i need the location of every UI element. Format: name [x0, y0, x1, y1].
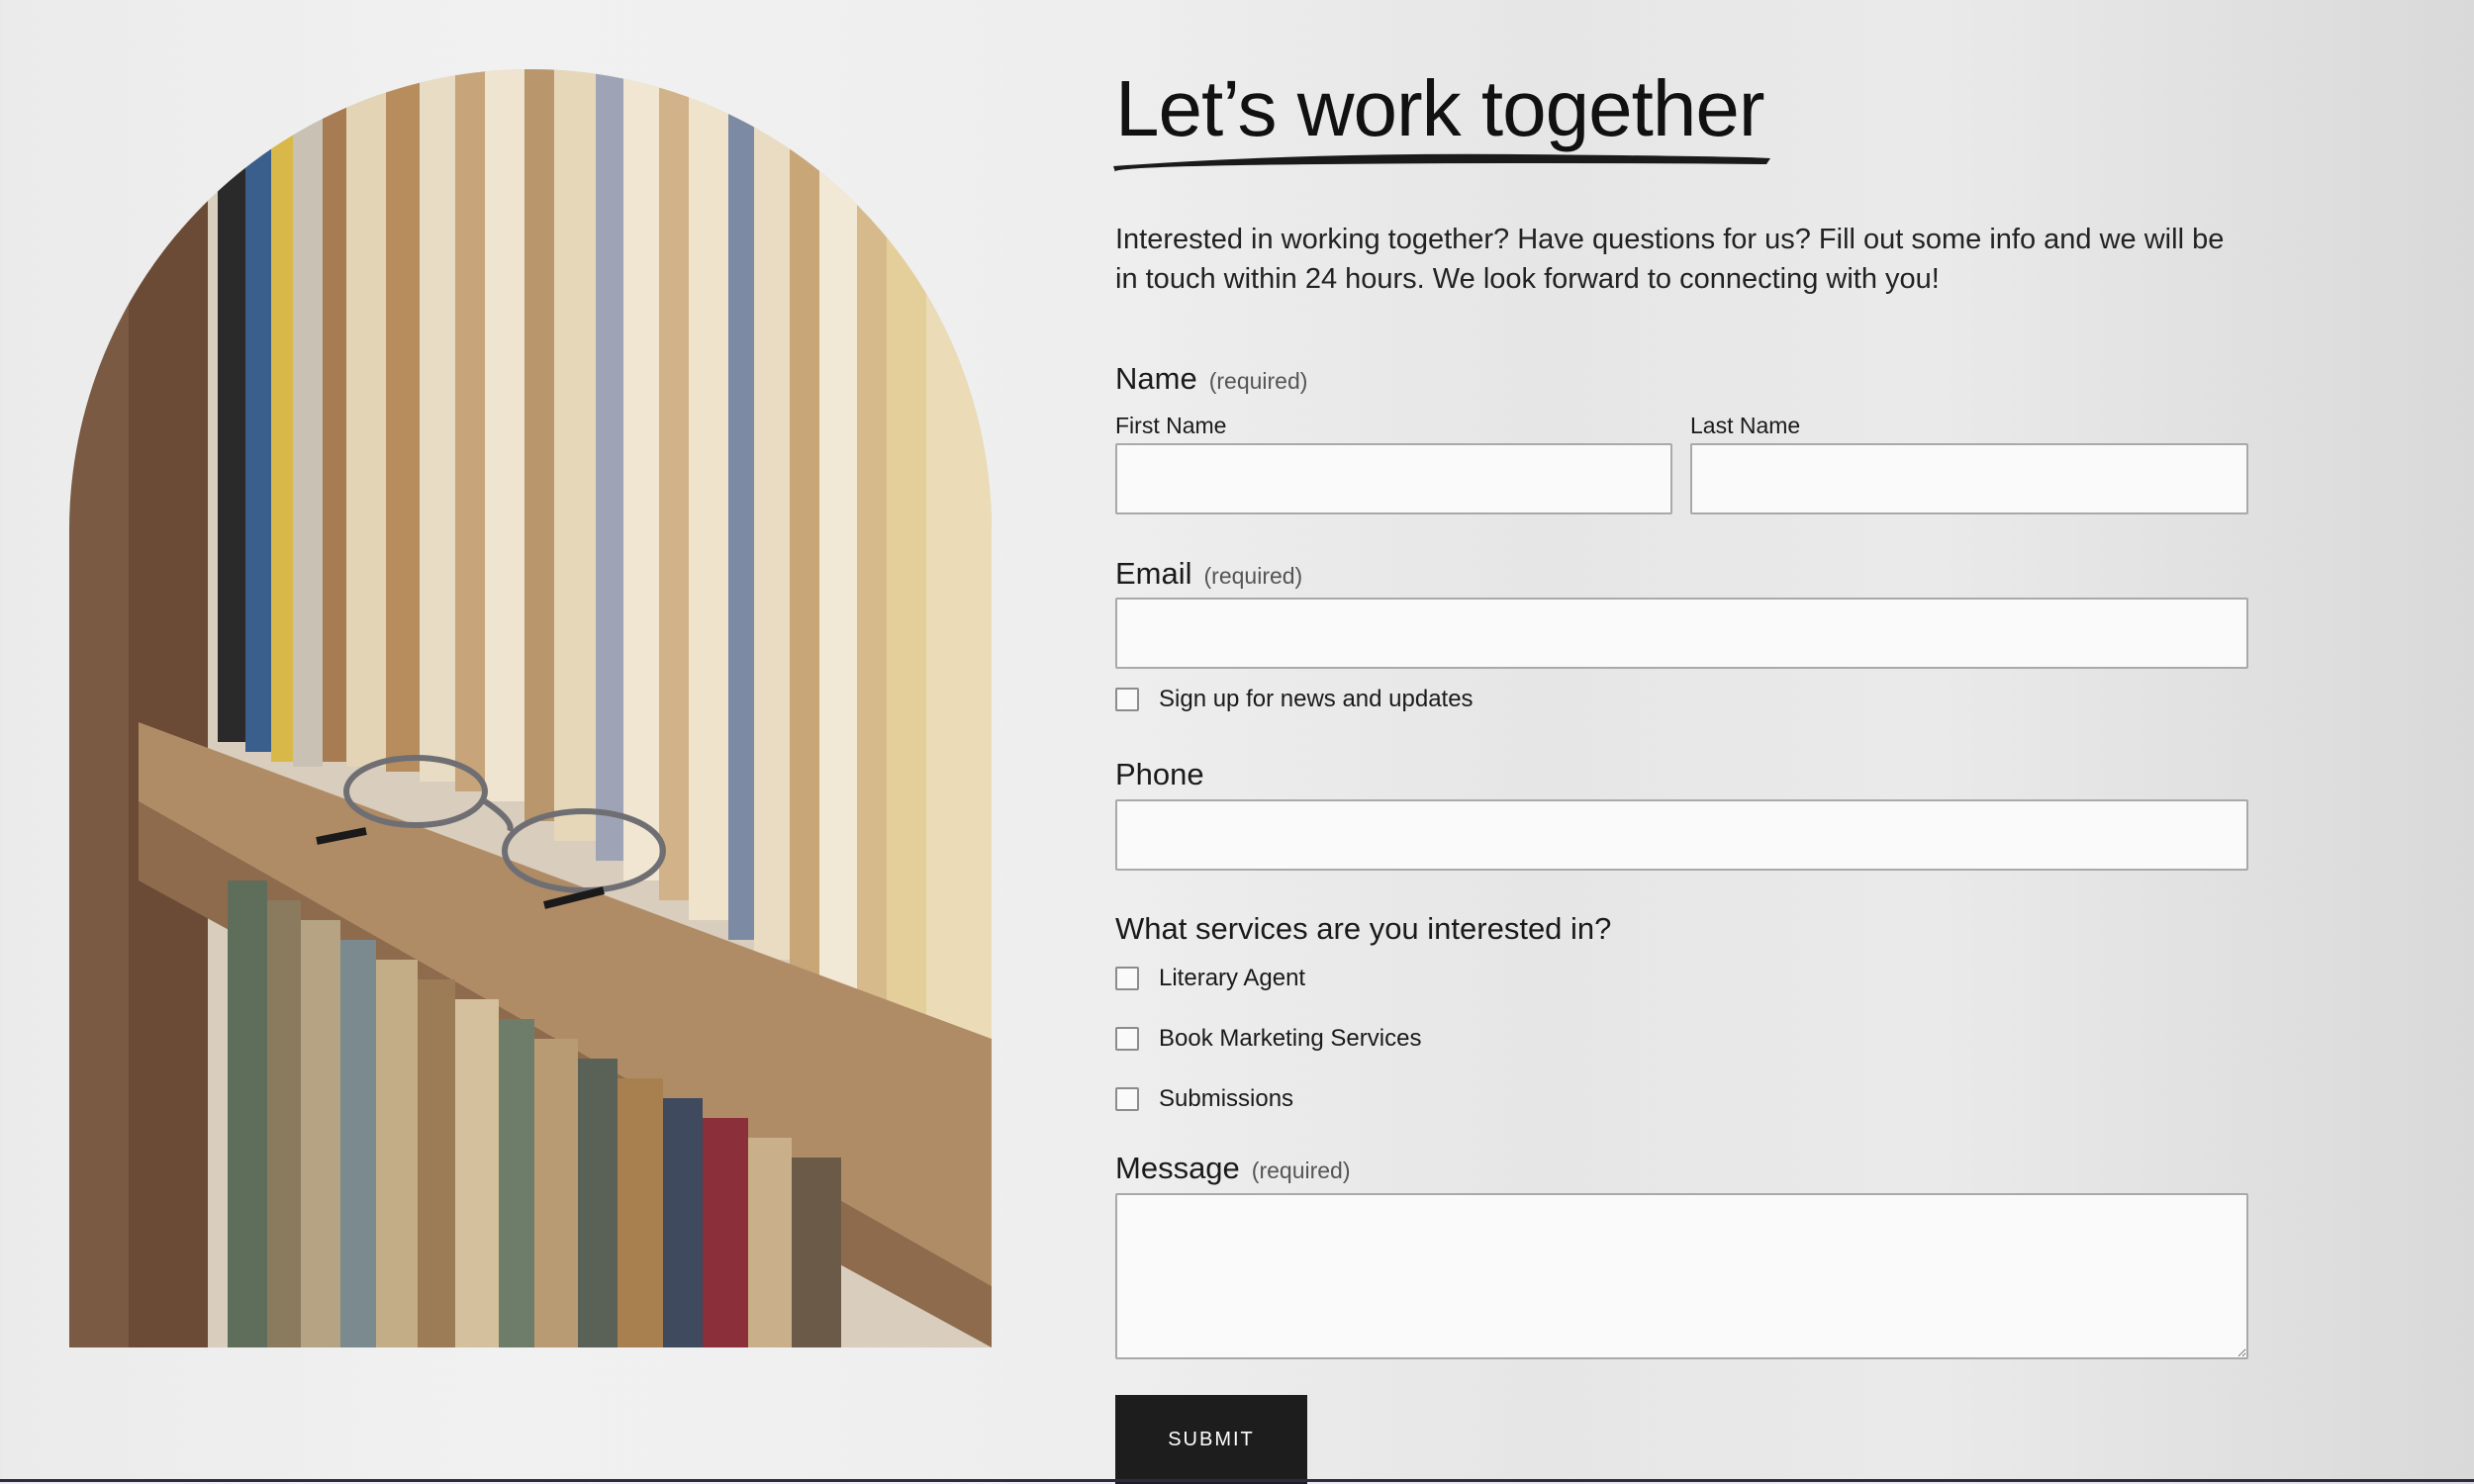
service-checkbox[interactable] [1115, 1087, 1139, 1111]
intro-text: Interested in working together? Have que… [1115, 224, 2225, 295]
submit-button[interactable]: SUBMIT [1115, 1395, 1307, 1484]
last-name-input[interactable] [1690, 443, 2248, 514]
title-underline-decoration [1113, 153, 1770, 172]
contact-section: Let’s work together Interested in workin… [1113, 59, 2248, 1484]
newsletter-label: Sign up for news and updates [1159, 686, 1474, 712]
email-field-group: Email (required) [1115, 556, 2248, 592]
service-option-literary-agent[interactable]: Literary Agent [1115, 965, 1305, 992]
service-checkbox[interactable] [1115, 967, 1139, 990]
service-label: Book Marketing Services [1159, 1025, 1422, 1052]
message-label: Message [1115, 1151, 1240, 1185]
phone-label: Phone [1115, 757, 1204, 791]
services-label: What services are you interested in? [1115, 911, 1612, 946]
service-option-submissions[interactable]: Submissions [1115, 1085, 1293, 1113]
phone-input[interactable] [1115, 799, 2248, 871]
newsletter-option[interactable]: Sign up for news and updates [1115, 686, 1474, 713]
service-label: Submissions [1159, 1085, 1294, 1112]
service-label: Literary Agent [1159, 965, 1306, 991]
bookshelf-image [69, 69, 992, 1347]
name-required-tag: (required) [1208, 368, 1308, 394]
last-name-label: Last Name [1690, 413, 1801, 438]
first-name-input[interactable] [1115, 443, 1672, 514]
service-checkbox[interactable] [1115, 1027, 1139, 1051]
message-required-tag: (required) [1251, 1158, 1351, 1183]
message-field-group: Message (required) [1115, 1151, 2248, 1186]
phone-field-group: Phone [1115, 757, 2248, 792]
email-required-tag: (required) [1203, 563, 1303, 589]
title-wrap: Let’s work together [1113, 59, 2248, 178]
email-input[interactable] [1115, 598, 2248, 669]
services-field-group: What services are you interested in? [1115, 911, 2248, 947]
message-textarea[interactable] [1115, 1193, 2248, 1359]
first-name-label: First Name [1115, 413, 1227, 438]
name-field-group: Name (required) [1115, 361, 2248, 397]
name-label: Name [1115, 361, 1197, 396]
service-option-book-marketing[interactable]: Book Marketing Services [1115, 1025, 1421, 1053]
newsletter-checkbox[interactable] [1115, 688, 1139, 711]
email-label: Email [1115, 556, 1192, 591]
